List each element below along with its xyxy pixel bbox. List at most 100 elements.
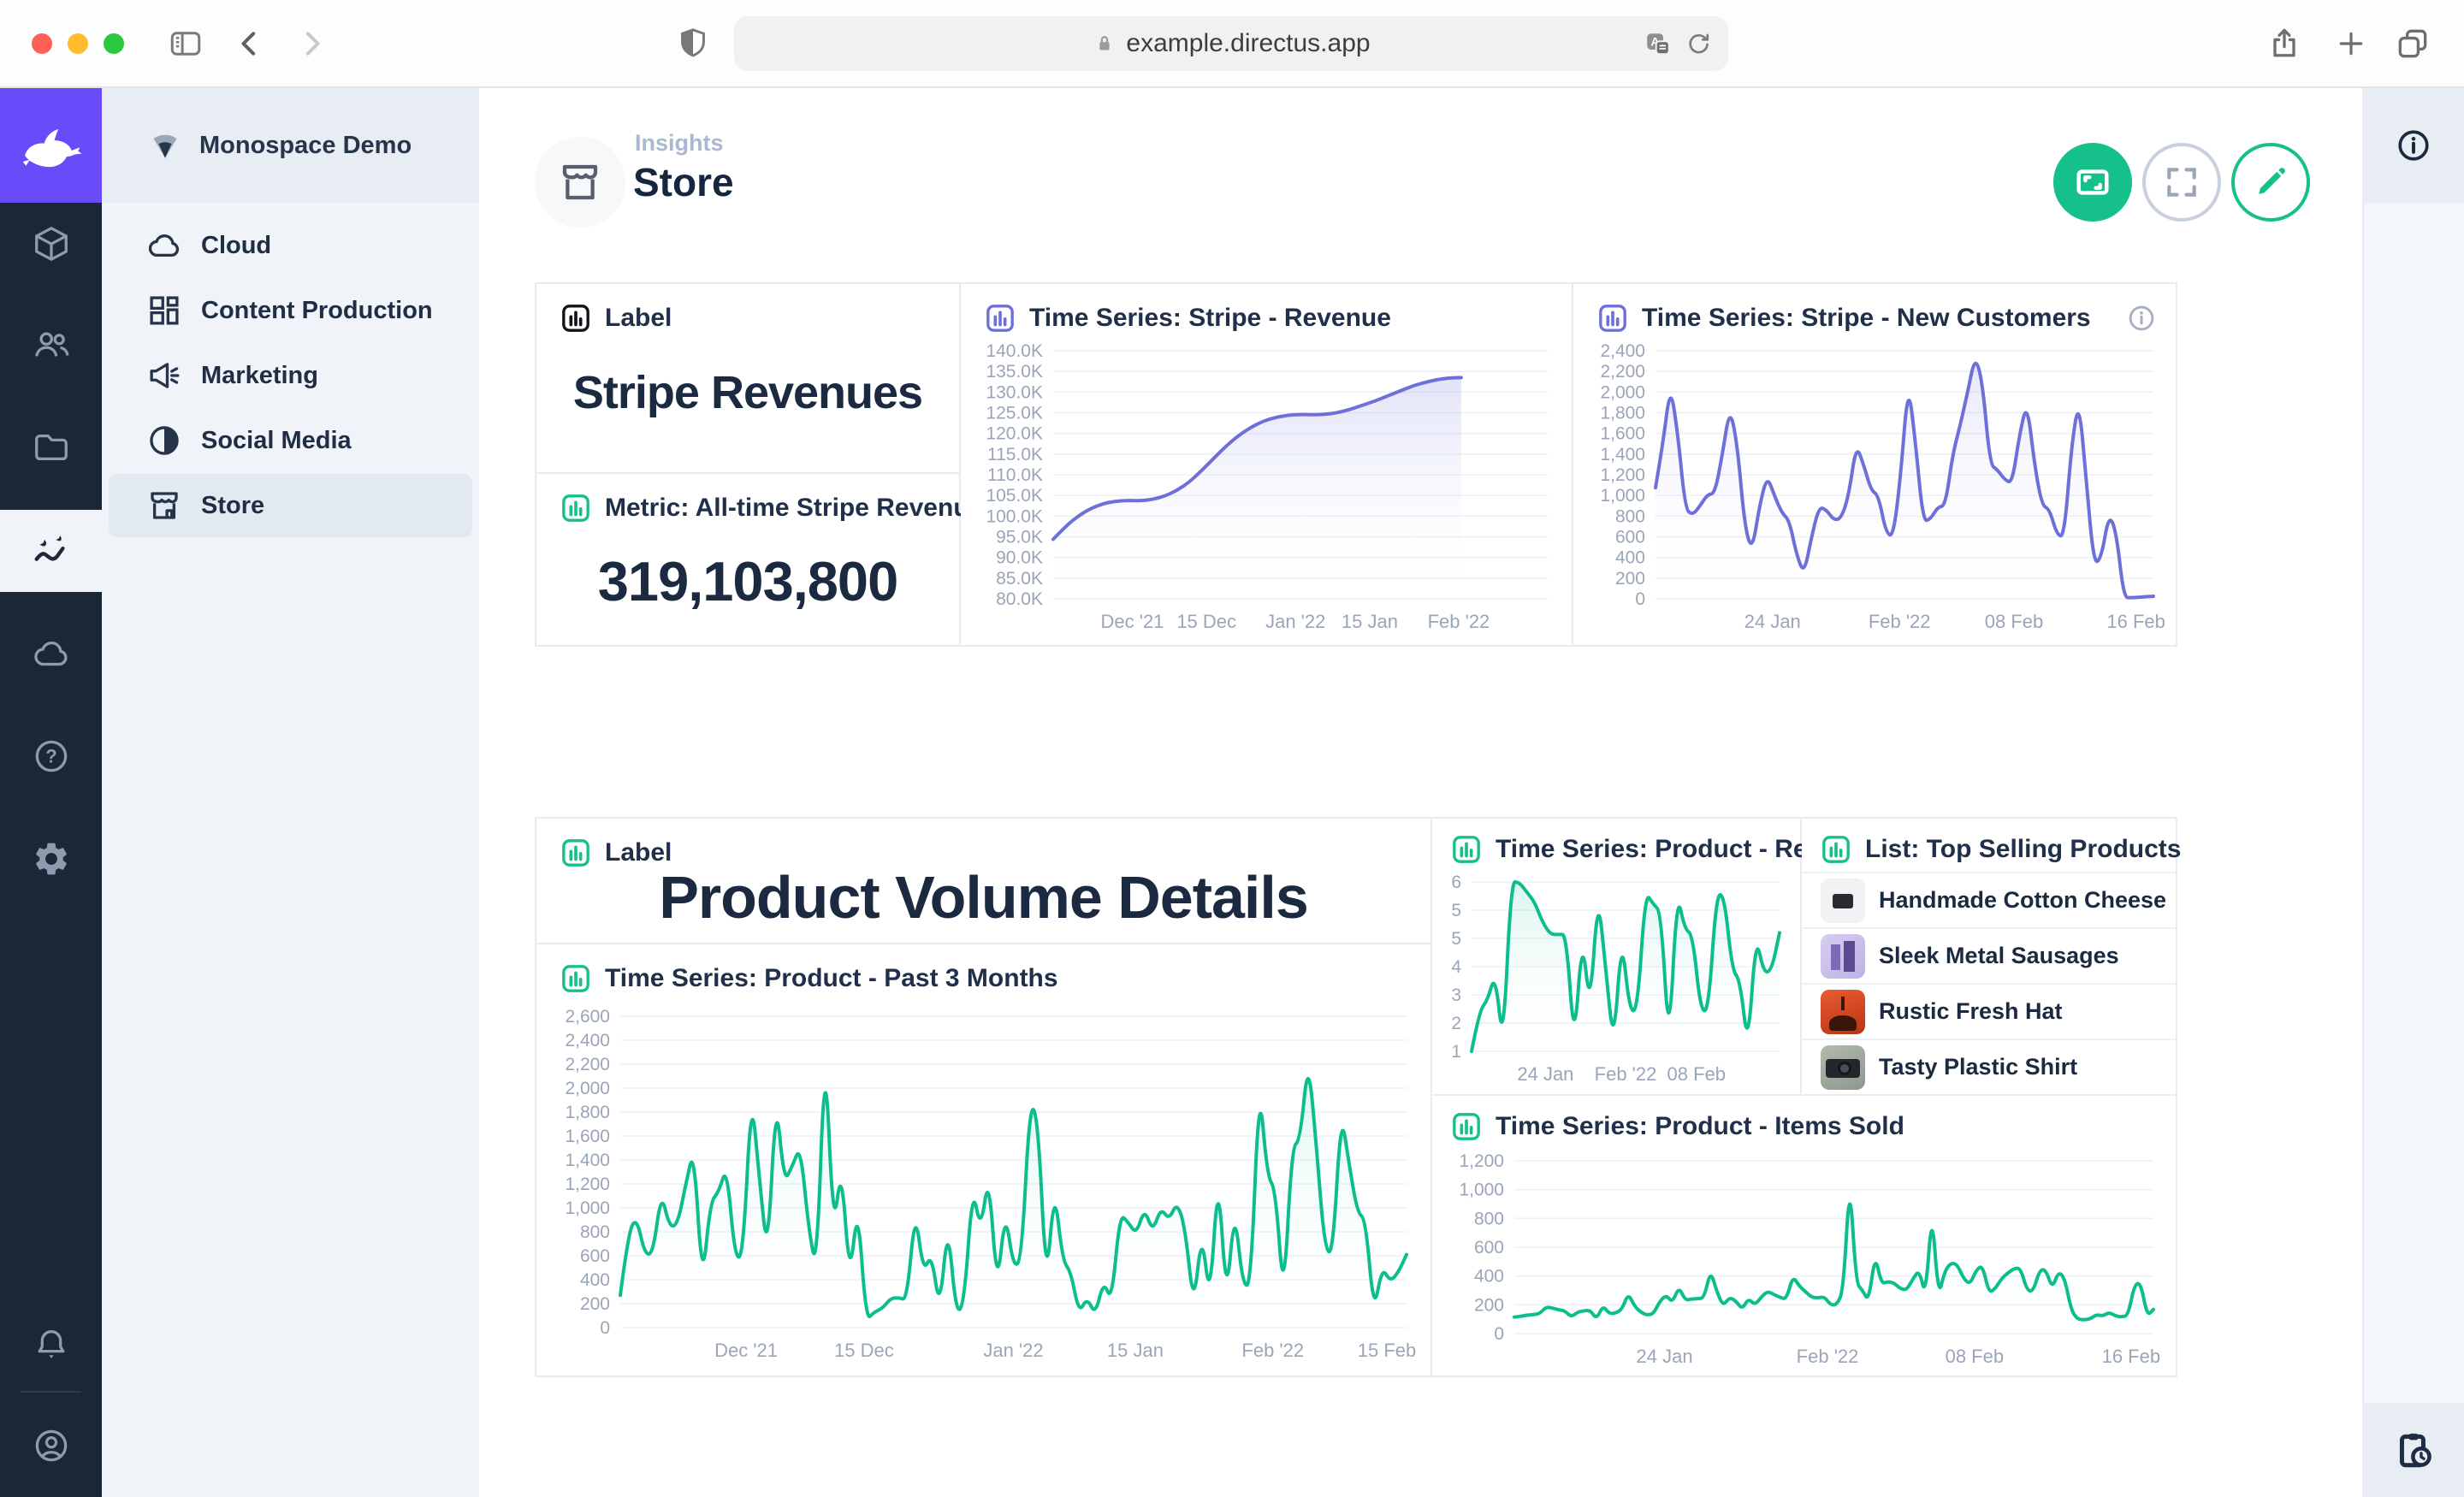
notifications-button[interactable]	[0, 1304, 102, 1386]
svg-text:95.0K: 95.0K	[996, 528, 1043, 547]
svg-text:120.0K: 120.0K	[986, 424, 1043, 444]
module-settings[interactable]	[0, 818, 102, 900]
module-file-library[interactable]	[0, 406, 102, 488]
page-icon-badge	[535, 137, 625, 228]
svg-text:200: 200	[1615, 569, 1645, 589]
window-close-button[interactable]	[32, 33, 52, 54]
sidebar-item-label: Store	[201, 492, 264, 520]
svg-text:200: 200	[1474, 1295, 1504, 1315]
svg-text:Jan '22: Jan '22	[983, 1340, 1043, 1361]
list-item-product[interactable]: Rustic Fresh Hat	[1802, 983, 2176, 1038]
gear-icon	[32, 839, 71, 879]
list-item-product[interactable]: Tasty Plastic Shirt	[1802, 1038, 2176, 1094]
sidebar-item-marketing[interactable]: Marketing	[109, 344, 472, 407]
svg-text:140.0K: 140.0K	[986, 341, 1043, 361]
svg-text:0: 0	[1635, 589, 1645, 609]
module-insights[interactable]	[0, 510, 102, 592]
panel-type-icon	[1449, 832, 1484, 867]
bell-icon	[32, 1325, 71, 1364]
svg-text:85.0K: 85.0K	[996, 569, 1043, 589]
tab-overview-icon[interactable]	[2394, 25, 2431, 62]
list-item-product[interactable]: Sleek Metal Sausages	[1802, 927, 2176, 983]
reload-icon[interactable]	[1684, 30, 1713, 59]
panel-label-product-volume[interactable]: Label Product Volume Details	[536, 819, 1430, 943]
product-thumbnail	[1821, 934, 1865, 979]
window-minimize-button[interactable]	[68, 33, 88, 54]
dashboard-row-2: Label Product Volume Details Time Series…	[535, 817, 2177, 1377]
panel-type-icon	[559, 962, 593, 996]
sidebar-toggle-icon[interactable]	[166, 26, 205, 62]
panel-info-icon[interactable]	[2126, 303, 2157, 334]
module-help[interactable]: ?	[0, 715, 102, 797]
fullscreen-icon	[2163, 163, 2200, 201]
panel-type-icon	[983, 301, 1017, 335]
svg-text:24 Jan: 24 Jan	[1637, 1346, 1693, 1367]
svg-text:2,400: 2,400	[565, 1031, 610, 1050]
fullscreen-button[interactable]	[2142, 143, 2221, 222]
svg-text:24 Jan: 24 Jan	[1517, 1063, 1573, 1085]
zoom-to-fit-button[interactable]	[2053, 143, 2132, 222]
panel-time-series-items-sold[interactable]: Time Series: Product - Items Sold 1,2001…	[1432, 1096, 2176, 1376]
svg-text:?: ?	[45, 746, 56, 767]
dashboard-grid-icon	[146, 293, 182, 328]
info-icon	[2395, 127, 2432, 164]
sidebar-item-cloud[interactable]: Cloud	[109, 214, 472, 277]
svg-text:5: 5	[1451, 901, 1461, 920]
label-text: Stripe Revenues	[536, 366, 959, 419]
panel-time-series-stripe-revenue[interactable]: Time Series: Stripe - Revenue 140.0K135.…	[961, 284, 1572, 645]
storefront-icon	[557, 159, 603, 205]
account-button[interactable]	[0, 1405, 102, 1487]
svg-text:Feb '22: Feb '22	[1428, 611, 1490, 632]
sidebar-item-social-media[interactable]: Social Media	[109, 409, 472, 472]
panel-type-icon	[1596, 301, 1630, 335]
address-bar[interactable]: example.directus.app A	[734, 16, 1728, 71]
list-item-product[interactable]: Handmade Cotton Cheese	[1802, 872, 2176, 927]
svg-text:1,200: 1,200	[1459, 1151, 1504, 1171]
fit-screen-icon	[2073, 163, 2112, 202]
panel-metric-all-time-revenues[interactable]: Metric: All-time Stripe Revenues 319,103…	[536, 474, 959, 645]
megaphone-icon	[146, 358, 182, 393]
panel-time-series-new-customers[interactable]: Time Series: Stripe - New Customers 2,40…	[1573, 284, 2176, 645]
svg-text:130.0K: 130.0K	[986, 382, 1043, 402]
svg-text:Feb '22: Feb '22	[1797, 1346, 1859, 1367]
share-icon[interactable]	[2266, 25, 2303, 62]
sidebar-item-label: Content Production	[201, 297, 433, 325]
cloud-icon	[32, 634, 71, 673]
lock-icon	[1092, 31, 1117, 56]
insights-icon	[32, 531, 71, 571]
activity-log-button[interactable]	[2362, 1403, 2464, 1497]
module-user-directory[interactable]	[0, 304, 102, 386]
directus-logo[interactable]	[0, 88, 102, 203]
svg-text:15 Dec: 15 Dec	[834, 1340, 894, 1361]
panel-time-series-past-3-months[interactable]: Time Series: Product - Past 3 Months 2,6…	[536, 944, 1430, 1376]
svg-text:2,400: 2,400	[1600, 341, 1645, 361]
translate-icon[interactable]: A	[1643, 29, 1673, 60]
project-header[interactable]: Monospace Demo	[102, 88, 479, 203]
sidebar-item-store[interactable]: Store	[109, 474, 472, 537]
info-sidebar-button[interactable]	[2362, 88, 2464, 203]
forward-button[interactable]	[294, 27, 329, 61]
sidebar-item-label: Cloud	[201, 232, 271, 260]
module-content[interactable]	[0, 203, 102, 285]
back-button[interactable]	[233, 27, 267, 61]
edit-dashboard-button[interactable]	[2231, 143, 2310, 222]
module-cloud[interactable]	[0, 612, 102, 695]
breadcrumb[interactable]: Insights	[635, 130, 724, 157]
shield-icon[interactable]	[674, 25, 712, 62]
panel-title: Label	[605, 304, 672, 333]
svg-text:Feb '22: Feb '22	[1869, 611, 1931, 632]
panel-list-top-selling-products[interactable]: List: Top Selling Products Handmade Cott…	[1802, 819, 2176, 1094]
product-thumbnail	[1821, 990, 1865, 1034]
window-zoom-button[interactable]	[104, 33, 124, 54]
panel-label-stripe-revenues[interactable]: Label Stripe Revenues	[536, 284, 959, 472]
folder-icon	[32, 428, 71, 467]
panel-time-series-restocks[interactable]: Time Series: Product - Restocks 65543212…	[1432, 819, 1800, 1094]
new-tab-icon[interactable]	[2334, 27, 2368, 61]
svg-text:2: 2	[1451, 1014, 1461, 1033]
svg-text:115.0K: 115.0K	[987, 445, 1043, 464]
sidebar-item-content-production[interactable]: Content Production	[109, 279, 472, 342]
svg-text:105.0K: 105.0K	[986, 486, 1043, 506]
svg-text:1,000: 1,000	[1600, 486, 1645, 506]
svg-text:1,800: 1,800	[565, 1103, 610, 1122]
svg-text:5: 5	[1451, 929, 1461, 949]
